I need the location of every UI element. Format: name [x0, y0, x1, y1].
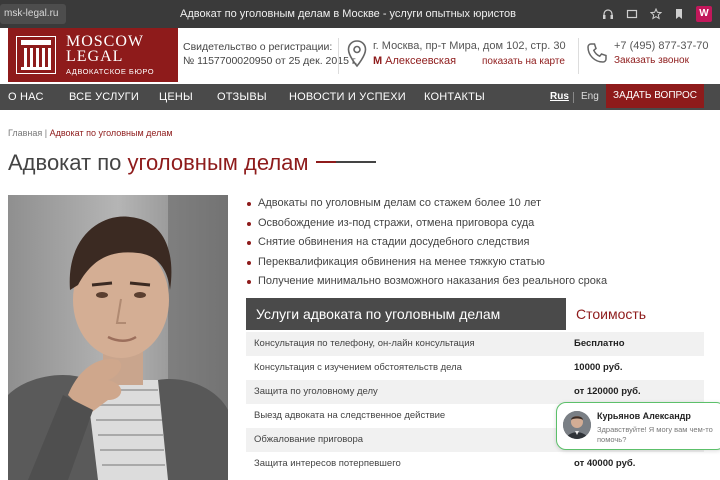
table-row: Защита по уголовному делу от 120000 руб. [246, 380, 704, 404]
list-item: Освобождение из-под стражи, отмена приго… [246, 214, 607, 234]
chat-message: Здравствуйте! Я могу вам чем-то помочь? [597, 425, 713, 444]
bookmark-icon[interactable] [674, 8, 684, 20]
metro-station: М Алексеевская [373, 55, 456, 67]
service-name: Защита по уголовному делу [254, 386, 378, 397]
registration-info: Свидетельство о регистрации: № 115770002… [183, 40, 357, 68]
phone-number[interactable]: +7 (495) 877-37-70 [614, 40, 708, 52]
lang-ru[interactable]: Rus [550, 84, 569, 110]
breadcrumb: Главная | Адвокат по уголовным делам [8, 128, 173, 138]
phone-icon [587, 43, 607, 63]
cert-label: Свидетельство о регистрации: [183, 41, 333, 53]
service-price: 10000 руб. [574, 362, 623, 373]
address: г. Москва, пр-т Мира, дом 102, стр. 30 [373, 40, 566, 52]
metro-icon: М [373, 55, 383, 67]
table-row: Консультация по телефону, он-лайн консул… [246, 332, 704, 356]
list-item: Снятие обвинения на стадии досудебного с… [246, 233, 607, 253]
service-name: Защита интересов потерпевшего [254, 458, 401, 469]
breadcrumb-current: Адвокат по уголовным делам [49, 128, 173, 138]
services-table-title: Услуги адвоката по уголовным делам [246, 298, 566, 330]
nav-about[interactable]: О НАС [8, 84, 44, 110]
browser-toolbar-icons: W [602, 0, 712, 28]
page-title: Адвокат по уголовным делам [8, 150, 309, 176]
service-price: от 120000 руб. [574, 386, 641, 397]
nav-contacts[interactable]: КОНТАКТЫ [424, 84, 485, 110]
cert-number: № 1157700020950 от 25 дек. 2015 г. [183, 55, 358, 67]
browser-bar: msk-legal.ru Адвокат по уголовным делам … [0, 0, 720, 28]
list-item: Получение минимально возможного наказани… [246, 272, 607, 292]
service-price: Бесплатно [574, 338, 625, 349]
lawyer-photo [8, 195, 228, 480]
table-row: Консультация с изучением обстоятельств д… [246, 356, 704, 380]
nav-news[interactable]: НОВОСТИ И УСПЕХИ [289, 84, 406, 110]
table-row: Защита интересов потерпевшего от 40000 р… [246, 452, 704, 476]
star-icon[interactable] [650, 8, 662, 20]
title-decoration [316, 161, 376, 163]
service-price: от 40000 руб. [574, 458, 636, 469]
avatar [563, 411, 591, 439]
logo-subtitle: АДВОКАТСКОЕ БЮРО [66, 67, 155, 76]
nav-prices[interactable]: ЦЕНЫ [159, 84, 193, 110]
site-header: MOSCOW LEGAL АДВОКАТСКОЕ БЮРО Свидетельс… [0, 28, 720, 84]
lang-en[interactable]: Eng [581, 84, 599, 110]
breadcrumb-home[interactable]: Главная [8, 128, 42, 138]
main-nav: О НАС ВСЕ УСЛУГИ ЦЕНЫ ОТЗЫВЫ НОВОСТИ И У… [0, 84, 720, 110]
ask-question-button[interactable]: ЗАДАТЬ ВОПРОС [606, 84, 704, 108]
chat-agent-name: Курьянов Александр [597, 411, 691, 421]
service-name: Консультация с изучением обстоятельств д… [254, 362, 462, 373]
lang-divider [573, 92, 574, 103]
service-name: Выезд адвоката на следственное действие [254, 410, 446, 421]
page-tab-title: Адвокат по уголовным делам в Москве - ус… [180, 8, 517, 20]
window-icon[interactable] [626, 8, 638, 20]
list-item: Адвокаты по уголовным делам со стажем бо… [246, 194, 607, 214]
header-divider [338, 38, 339, 74]
url-field[interactable]: msk-legal.ru [0, 4, 67, 24]
map-pin-icon [347, 40, 367, 68]
chat-widget[interactable]: Курьянов Александр Здравствуйте! Я могу … [556, 402, 720, 450]
header-divider [578, 38, 579, 74]
logo[interactable]: MOSCOW LEGAL АДВОКАТСКОЕ БЮРО [8, 28, 178, 82]
page-title-part1: Адвокат по [8, 150, 128, 175]
extension-icon[interactable]: W [696, 6, 712, 22]
page-title-accent: уголовным делам [127, 150, 309, 175]
service-name: Обжалование приговора [254, 434, 364, 445]
cost-column-header: Стоимость [576, 306, 647, 322]
nav-reviews[interactable]: ОТЗЫВЫ [217, 84, 267, 110]
service-name: Консультация по телефону, он-лайн консул… [254, 338, 475, 349]
nav-services[interactable]: ВСЕ УСЛУГИ [69, 84, 139, 110]
show-on-map-link[interactable]: показать на карте [482, 56, 565, 67]
benefits-list: Адвокаты по уголовным делам со стажем бо… [246, 194, 607, 292]
list-item: Переквалификация обвинения на менее тяжк… [246, 253, 607, 273]
headphones-icon[interactable] [602, 8, 614, 20]
logo-text-line2: LEGAL [66, 48, 124, 65]
columns-icon [16, 36, 56, 74]
callback-link[interactable]: Заказать звонок [614, 55, 689, 66]
breadcrumb-separator: | [42, 128, 50, 138]
metro-name: Алексеевская [385, 55, 457, 67]
